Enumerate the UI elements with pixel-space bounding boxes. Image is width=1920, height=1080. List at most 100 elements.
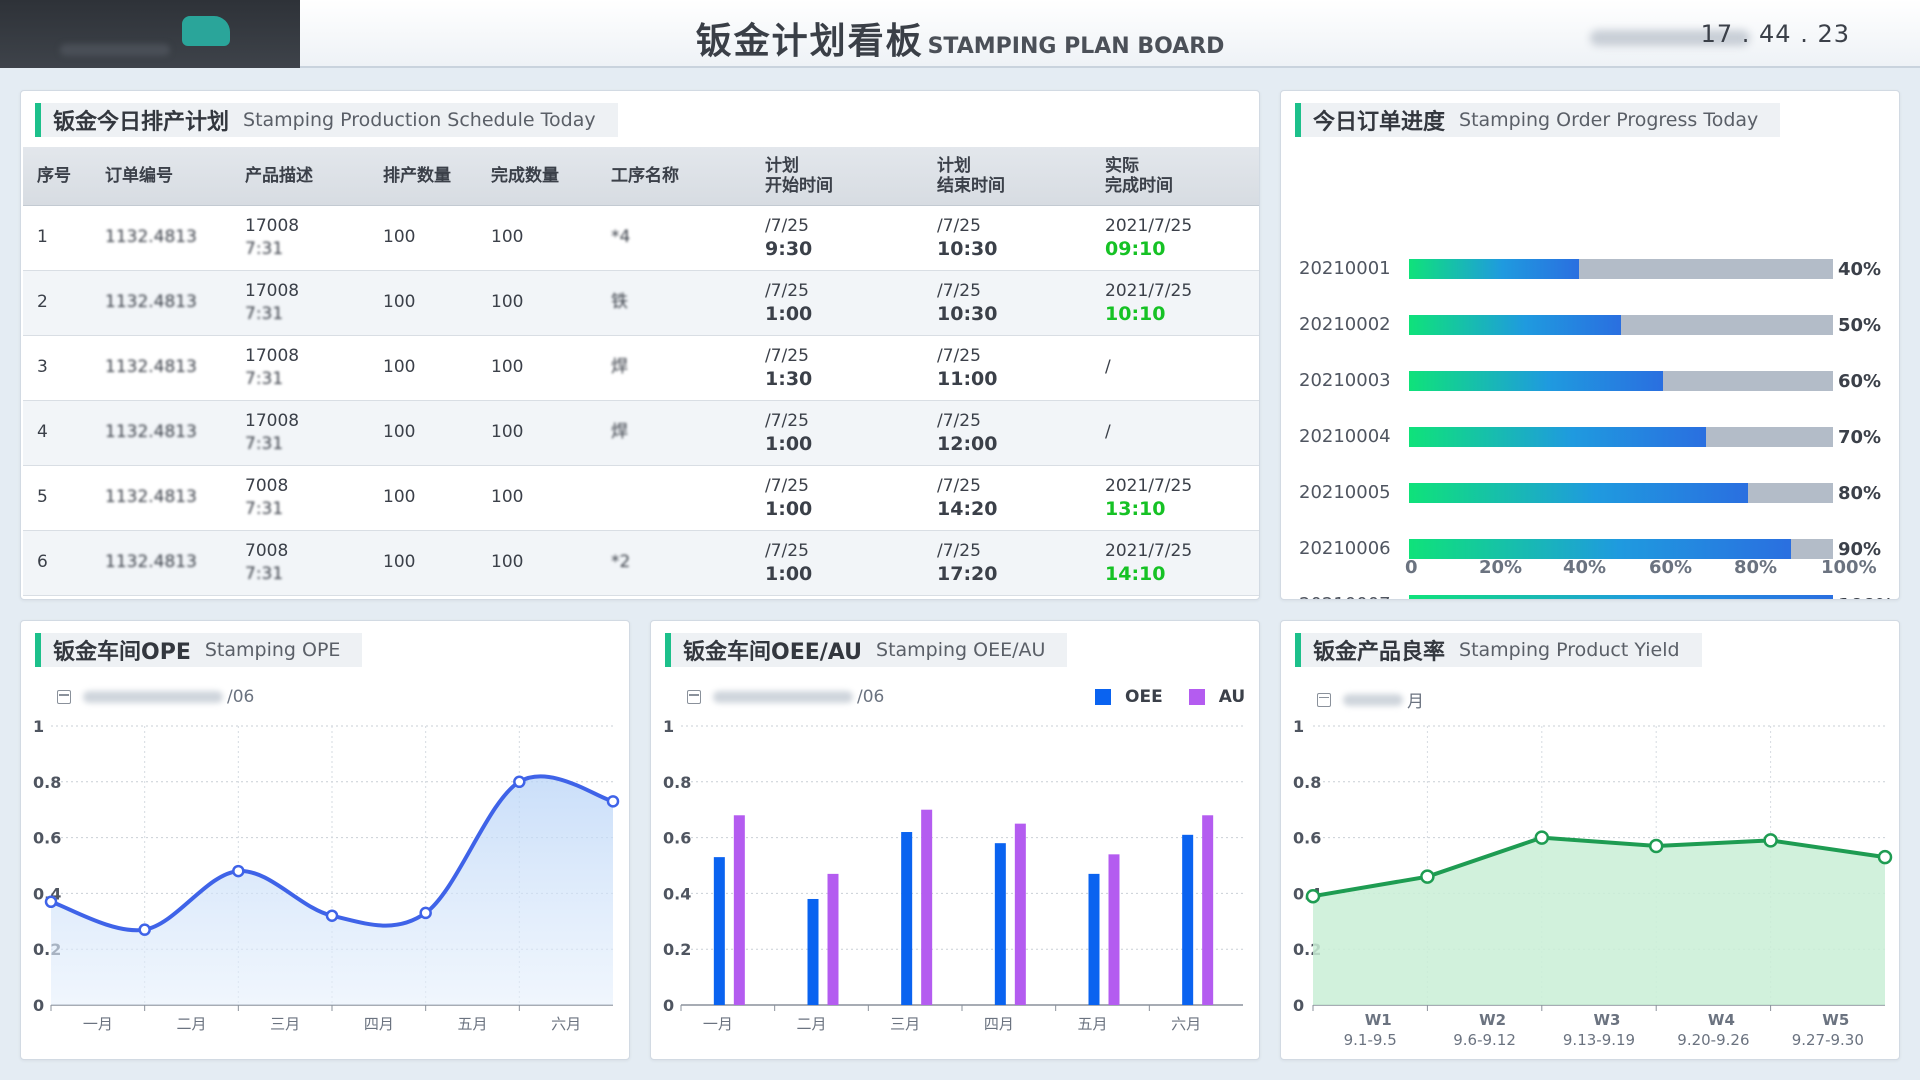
progress-fill [1409,259,1579,279]
table-row[interactable]: 3 1132.4813 17008 7:31 100 100 焊/7/25 1:30/7/25… [23,335,1259,401]
schedule-panel-header: 钣金今日排产计划 Stamping Production Schedule To… [35,103,618,137]
table-row[interactable]: 4 1132.4813 17008 7:31 100 100 焊/7/25 1:00/7/25… [23,400,1259,466]
cell-end: /7/25 12:00 [923,400,1091,466]
cell-desc: 17008 7:31 [231,270,369,336]
cell-actual: 2021/7/25 10:10 [1091,270,1259,336]
cell-desc: 17008 7:31 [231,205,369,271]
panel-title-en: Stamping Order Progress Today [1459,109,1759,131]
table-row[interactable]: 5 1132.4813 7008 7:31 100 100/7/25 1:00/7/25 14… [23,465,1259,531]
cell-process: *4 [597,205,751,271]
progress-fill [1409,427,1706,447]
y-tick-label: 1 [1293,717,1304,736]
progress-track [1409,595,1833,599]
x-tick-label: 六月 [1171,1015,1201,1033]
panel-title-en: Stamping Production Schedule Today [243,109,596,131]
cell-no: 5 [23,465,91,531]
progress-percent: 60% [1838,371,1882,392]
col-header-plan-qty: 排产数量 [369,147,477,206]
progress-axis-label: 100% [1821,557,1877,578]
x-tick-label: W4 [1708,1011,1735,1029]
ope-data-point [419,906,432,920]
x-tick-sublabel: 9.1-9.5 [1344,1031,1397,1049]
progress-track [1409,427,1833,447]
x-tick-label: W1 [1365,1011,1392,1029]
table-row[interactable]: 2 1132.4813 17008 7:31 100 100 铁/7/25 1:00/7/25… [23,270,1259,336]
cell-order: 1132.4813 [91,465,231,531]
progress-fill [1409,315,1621,335]
cell-desc: 7008 7:31 [231,465,369,531]
x-tick-sublabel: 9.27-9.30 [1792,1031,1864,1049]
progress-row: 20210004 70% [1281,425,1881,449]
x-tick-label: 五月 [457,1015,487,1033]
order-progress-panel: 今日订单进度 Stamping Order Progress Today 202… [1280,90,1900,600]
x-tick-label: W2 [1479,1011,1506,1029]
table-row[interactable]: 6 1132.4813 7008 7:31 100 100 *2/7/25 1:00/7/25… [23,530,1259,596]
cell-actual: 2021/7/25 13:10 [1091,465,1259,531]
x-tick-label: 六月 [551,1015,581,1033]
cell-actual: / [1091,335,1259,401]
order-id: 20210001 [1299,258,1391,279]
table-row[interactable]: 1 1132.4813 17008 7:31 100 100 *4/7/25 9:30/7/2… [23,205,1259,271]
x-tick-label: 一月 [83,1015,113,1033]
progress-axis-label: 80% [1734,557,1778,578]
panel-title-cn: 钣金今日排产计划 [53,110,230,135]
x-tick-label: 三月 [890,1015,920,1033]
cell-done-qty: 100 [477,400,597,466]
oee-au-bar-chart: 0 0.2 0.4 0.6 0.8 1 一月 二月 三月 四月 五月 六月 [663,717,1243,1033]
cell-plan-qty: 100 [369,270,477,336]
col-header-process: 工序名称 [597,147,751,206]
col-header-desc: 产品描述 [231,147,369,206]
cell-start: /7/25 1:30 [751,335,923,401]
accent-bar [35,103,41,137]
oee-panel: 钣金车间OEE/AU Stamping OEE/AU /06 OEE AU 00… [650,620,1260,1060]
x-tick-label: 四月 [364,1015,394,1033]
y-tick-label: 0.8 [1293,773,1321,792]
progress-row: 20210005 80% [1281,481,1881,505]
cell-end: /7/25 14:20 [923,465,1091,531]
y-tick-label: 0.6 [1293,829,1321,848]
au-bar [1108,854,1120,1005]
accent-bar [1295,103,1301,137]
cell-start: /7/25 1:00 [751,400,923,466]
cell-end: /7/25 11:00 [923,335,1091,401]
cell-order: 1132.4813 [91,335,231,401]
y-tick-label: 0.6 [33,829,61,848]
cell-plan-qty: 100 [369,205,477,271]
progress-fill [1409,595,1833,599]
cell-plan-qty: 100 [369,530,477,596]
progress-track [1409,483,1833,503]
clock: 17 . 44 . 23 [1700,20,1850,48]
progress-percent: 80% [1838,483,1882,504]
schedule-table: 序号 订单编号 产品描述 排产数量 完成数量 工序名称 计划 开始时间 计划 结束时… [23,147,1259,596]
yield-data-point [1648,838,1664,854]
cell-start: /7/25 1:00 [751,530,923,596]
progress-track [1409,371,1833,391]
x-tick-label: W5 [1822,1011,1849,1029]
progress-axis-label: 0 [1405,557,1418,578]
cell-actual: 2021/7/25 14:10 [1091,530,1259,596]
cell-no: 1 [23,205,91,271]
ope-data-point [44,895,58,909]
ope-data-point [232,864,245,878]
progress-fill [1409,539,1791,559]
y-tick-label: 0 [663,996,674,1015]
progress-axis-label: 20% [1479,557,1523,578]
cell-actual: / [1091,400,1259,466]
cell-done-qty: 100 [477,465,597,531]
cell-desc: 7008 7:31 [231,530,369,596]
yield-data-point [1420,869,1435,884]
order-id: 20210007 [1299,593,1391,599]
cell-process: 焊 [597,335,751,401]
ope-data-point [138,923,151,936]
oee-bar [1182,834,1194,1005]
au-bar [733,815,745,1005]
au-bar [1014,823,1026,1005]
ope-area-fill [51,776,613,1005]
cell-no: 3 [23,335,91,401]
progress-percent: 40% [1838,259,1882,280]
cell-no: 6 [23,530,91,596]
yield-area-chart: 00.20.40.60.81W19.1-9.5W29.6-9.12W39.13-… [1293,717,1893,1049]
yield-data-point [1877,849,1893,865]
cell-actual: 2021/7/25 09:10 [1091,205,1259,271]
yield-data-point [1763,833,1778,848]
